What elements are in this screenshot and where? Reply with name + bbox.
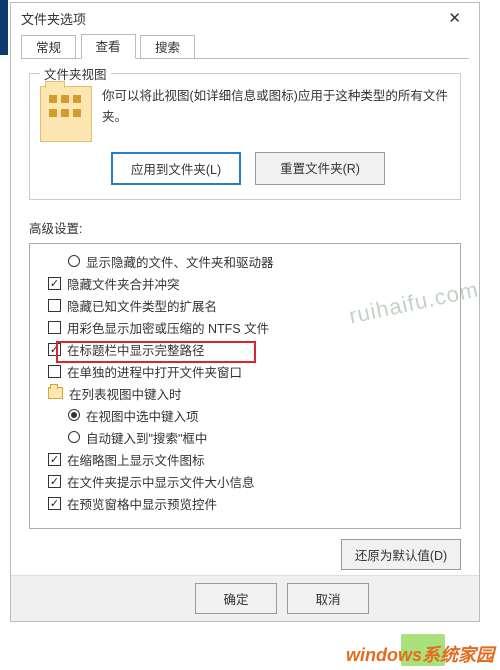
advanced-item-label: 在预览窗格中显示预览控件: [67, 494, 217, 513]
advanced-item-label: 在缩略图上显示文件图标: [67, 450, 205, 469]
checkbox-icon[interactable]: ✓: [48, 497, 61, 510]
advanced-item[interactable]: 在列表视图中键入时: [48, 382, 458, 404]
checkbox-icon[interactable]: ✓: [48, 453, 61, 466]
advanced-item[interactable]: ✓ 在标题栏中显示完整路径: [48, 338, 458, 360]
advanced-settings-list[interactable]: 显示隐藏的文件、文件夹和驱动器 ✓ 隐藏文件夹合并冲突隐藏已知文件类型的扩展名用彩色…: [29, 243, 461, 529]
tab-content: 文件夹视图 你可以将此视图(如详细信息或图标)应用于这种类型的所有文件夹。 应用…: [11, 59, 479, 578]
advanced-item[interactable]: 隐藏已知文件类型的扩展名: [48, 294, 458, 316]
dialog-footer: 确定 取消: [11, 575, 479, 621]
window-title: 文件夹选项: [21, 9, 440, 28]
folder-view-text: 你可以将此视图(如详细信息或图标)应用于这种类型的所有文件夹。: [102, 86, 450, 142]
close-icon[interactable]: ✕: [440, 7, 469, 29]
advanced-item-label: 在单独的进程中打开文件夹窗口: [67, 362, 242, 381]
checkbox-icon[interactable]: [48, 321, 61, 334]
app-left-strip: [0, 0, 8, 55]
advanced-item-label: 用彩色显示加密或压缩的 NTFS 文件: [67, 318, 269, 337]
dialog-window: 文件夹选项 ✕ 常规 查看 搜索 文件夹视图 你可以将此视图(如详细信息或图标)…: [10, 2, 480, 622]
reset-folders-button[interactable]: 重置文件夹(R): [255, 152, 385, 185]
advanced-item-label: 自动键入到"搜索"框中: [86, 428, 207, 447]
tab-view[interactable]: 查看: [81, 34, 136, 59]
advanced-item[interactable]: ✓ 在缩略图上显示文件图标: [48, 448, 458, 470]
folder-group-icon: [48, 387, 63, 399]
tab-general[interactable]: 常规: [21, 35, 76, 58]
folder-icon: [40, 86, 92, 142]
advanced-item[interactable]: 显示隐藏的文件、文件夹和驱动器: [48, 250, 458, 272]
tab-search[interactable]: 搜索: [140, 35, 195, 58]
ok-button[interactable]: 确定: [195, 583, 277, 614]
advanced-label: 高级设置:: [29, 218, 461, 237]
checkbox-icon[interactable]: ✓: [48, 343, 61, 356]
cancel-button[interactable]: 取消: [287, 583, 369, 614]
radio-icon[interactable]: [68, 431, 80, 443]
radio-icon[interactable]: [68, 255, 80, 267]
restore-defaults-button[interactable]: 还原为默认值(D): [341, 539, 461, 570]
advanced-item[interactable]: ✓ 在预览窗格中显示预览控件: [48, 492, 458, 514]
advanced-item-label: 在文件夹提示中显示文件大小信息: [67, 472, 255, 491]
advanced-item[interactable]: 在视图中选中键入项: [48, 404, 458, 426]
advanced-item-label: 隐藏文件夹合并冲突: [67, 274, 180, 293]
advanced-item-label: 显示隐藏的文件、文件夹和驱动器: [86, 252, 274, 271]
folder-view-group: 文件夹视图 你可以将此视图(如详细信息或图标)应用于这种类型的所有文件夹。 应用…: [29, 73, 461, 200]
advanced-item[interactable]: 用彩色显示加密或压缩的 NTFS 文件: [48, 316, 458, 338]
advanced-item-label: 在标题栏中显示完整路径: [67, 340, 205, 359]
advanced-item[interactable]: ✓ 在文件夹提示中显示文件大小信息: [48, 470, 458, 492]
radio-icon[interactable]: [68, 409, 80, 421]
watermark-bg: [401, 634, 445, 666]
advanced-item[interactable]: 自动键入到"搜索"框中: [48, 426, 458, 448]
tab-strip: 常规 查看 搜索: [11, 33, 479, 59]
advanced-item[interactable]: ✓ 隐藏文件夹合并冲突: [48, 272, 458, 294]
advanced-item-label: 隐藏已知文件类型的扩展名: [67, 296, 217, 315]
advanced-item-label: 在视图中选中键入项: [86, 406, 199, 425]
checkbox-icon[interactable]: [48, 365, 61, 378]
checkbox-icon[interactable]: ✓: [48, 475, 61, 488]
checkbox-icon[interactable]: ✓: [48, 277, 61, 290]
checkbox-icon[interactable]: [48, 299, 61, 312]
titlebar: 文件夹选项 ✕: [11, 3, 479, 33]
apply-to-folders-button[interactable]: 应用到文件夹(L): [111, 152, 241, 185]
advanced-item-label: 在列表视图中键入时: [69, 384, 182, 403]
advanced-item[interactable]: 在单独的进程中打开文件夹窗口: [48, 360, 458, 382]
